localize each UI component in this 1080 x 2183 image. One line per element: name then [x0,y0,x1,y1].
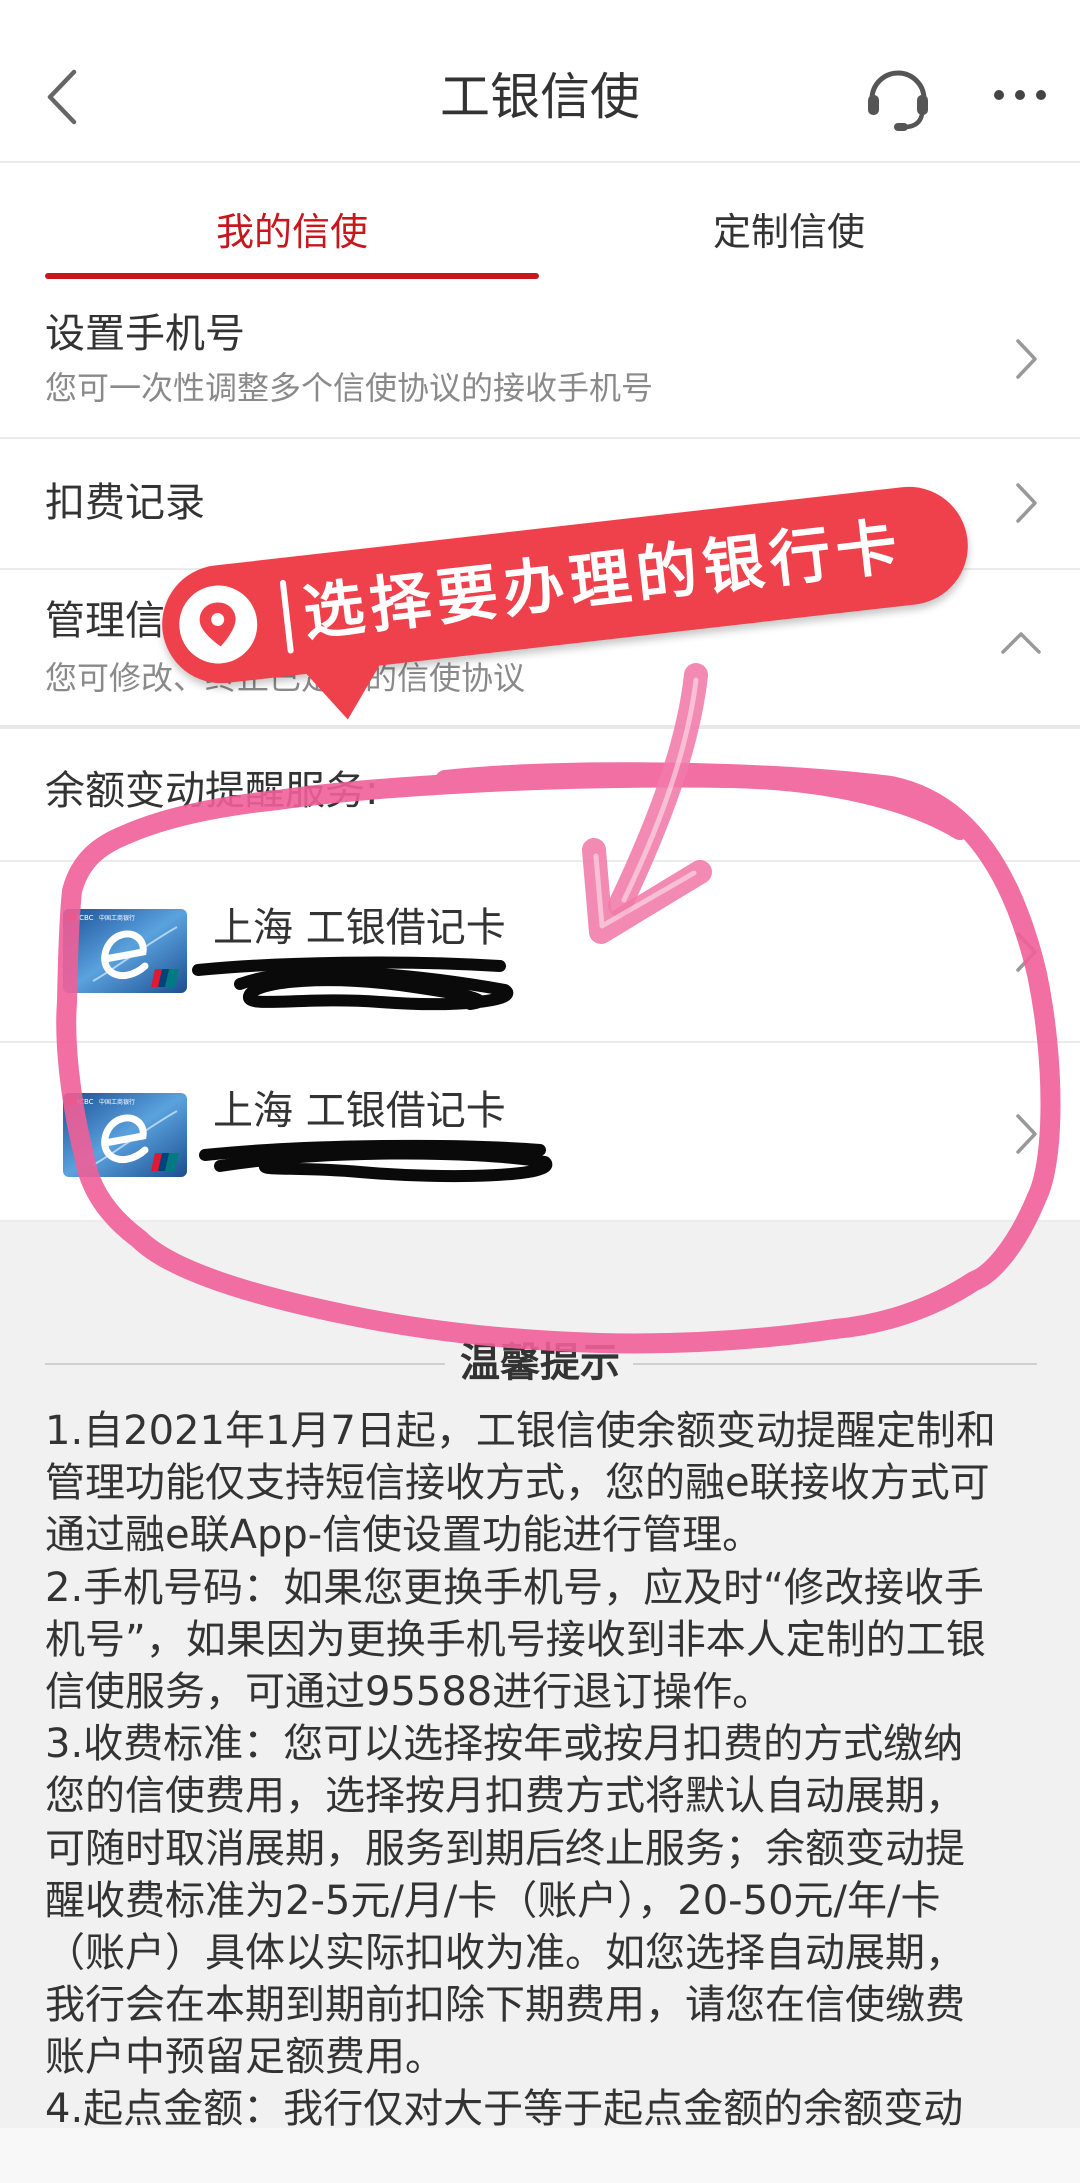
tips-line: 醒收费标准为2-5元/月/卡（账户），20-50元/年/卡 [45,1877,941,1924]
tips-line: 4.起点金额：我行仅对大于等于起点金额的余额变动 [45,2086,964,2128]
tips-line: 通过融e联App-信使设置功能进行管理。 [45,1512,763,1559]
screen: 工银信使 我的信使 定制信使 设置手机号 您可一次性调整多个信使协议的接收手机号… [0,0,1080,2183]
menu-item-subtitle: 您可一次性调整多个信使协议的接收手机号 [45,369,654,407]
section-label: 余额变动提醒服务: [45,768,379,814]
tab-custom-messengers[interactable]: 定制信使 [539,207,1039,257]
tips-section: 温馨提示 1.自2021年1月7日起，工银信使余额变动提醒定制和 管理功能仅支持… [0,1222,1080,2128]
tips-line: 信使服务，可通过95588进行退订操作。 [45,1668,773,1715]
chevron-up-icon [1001,632,1041,654]
chevron-right-icon [1016,1114,1037,1154]
card-logo-bank-name: 中国工商银行 [99,1098,135,1106]
active-tab-indicator [45,273,539,279]
chevron-right-icon [1016,932,1037,972]
customer-service-button[interactable] [858,55,938,135]
balance-service-header: 余额变动提醒服务: [0,729,1080,862]
callout-separator [279,579,294,654]
more-dots-icon [994,90,1046,100]
tab-my-messengers[interactable]: 我的信使 [45,207,539,257]
chevron-right-icon [1016,339,1037,379]
tips-line: 2.手机号码：如果您更换手机号，应及时“修改接收手 [45,1564,984,1611]
tips-line: 您的信使费用，选择按月扣费方式将默认自动展期， [45,1773,965,1820]
tab-bar: 我的信使 定制信使 [0,163,1080,280]
tips-line: 账户中预留足额费用。 [45,2034,445,2081]
menu-item-set-phone[interactable]: 设置手机号 您可一次性调整多个信使协议的接收手机号 [0,280,1080,439]
icbc-e-card-icon: ICBC 中国工商银行 [63,909,187,993]
card-label: 上海 工银借记卡 [213,905,506,951]
tips-line: （账户）具体以实际扣收为准。如您选择自动展期， [45,1929,965,1976]
bank-card-item[interactable]: ICBC 中国工商银行 上海 工银借记卡 [0,862,1080,1043]
more-button[interactable] [990,85,1050,105]
location-pin-icon [179,585,258,664]
tips-line: 1.自2021年1月7日起，工银信使余额变动提醒定制和 [45,1408,996,1454]
tips-line: 我行会在本期到期前扣除下期费用，请您在信使缴费 [45,1982,965,2029]
tips-divider-right [633,1363,1037,1365]
bank-card-item[interactable]: ICBC 中国工商银行 上海 工银借记卡 [0,1043,1080,1222]
card-label: 上海 工银借记卡 [213,1088,506,1134]
icbc-e-card-icon: ICBC 中国工商银行 [63,1093,187,1177]
tips-line: 机号”，如果因为更换手机号接收到非本人定制的工银 [45,1616,986,1663]
menu-item-title: 扣费记录 [45,480,205,526]
chevron-right-icon [1016,483,1037,523]
tips-line: 3.收费标准：您可以选择按年或按月扣费的方式缴纳 [45,1721,964,1768]
card-logo-text: ICBC [77,1098,94,1106]
tips-line: 可随时取消展期，服务到期后终止服务；余额变动提 [45,1825,965,1872]
bottom-strip [0,2128,1080,2183]
menu-item-title: 设置手机号 [45,311,245,357]
card-logo-bank-name: 中国工商银行 [99,914,135,922]
tips-body: 1.自2021年1月7日起，工银信使余额变动提醒定制和 管理功能仅支持短信接收方… [45,1405,1045,2128]
tips-line: 管理功能仅支持短信接收方式，您的融e联接收方式可 [45,1460,990,1507]
nav-bar: 工银信使 [0,0,1080,163]
headset-icon [868,70,928,131]
card-logo-text: ICBC [77,914,94,922]
